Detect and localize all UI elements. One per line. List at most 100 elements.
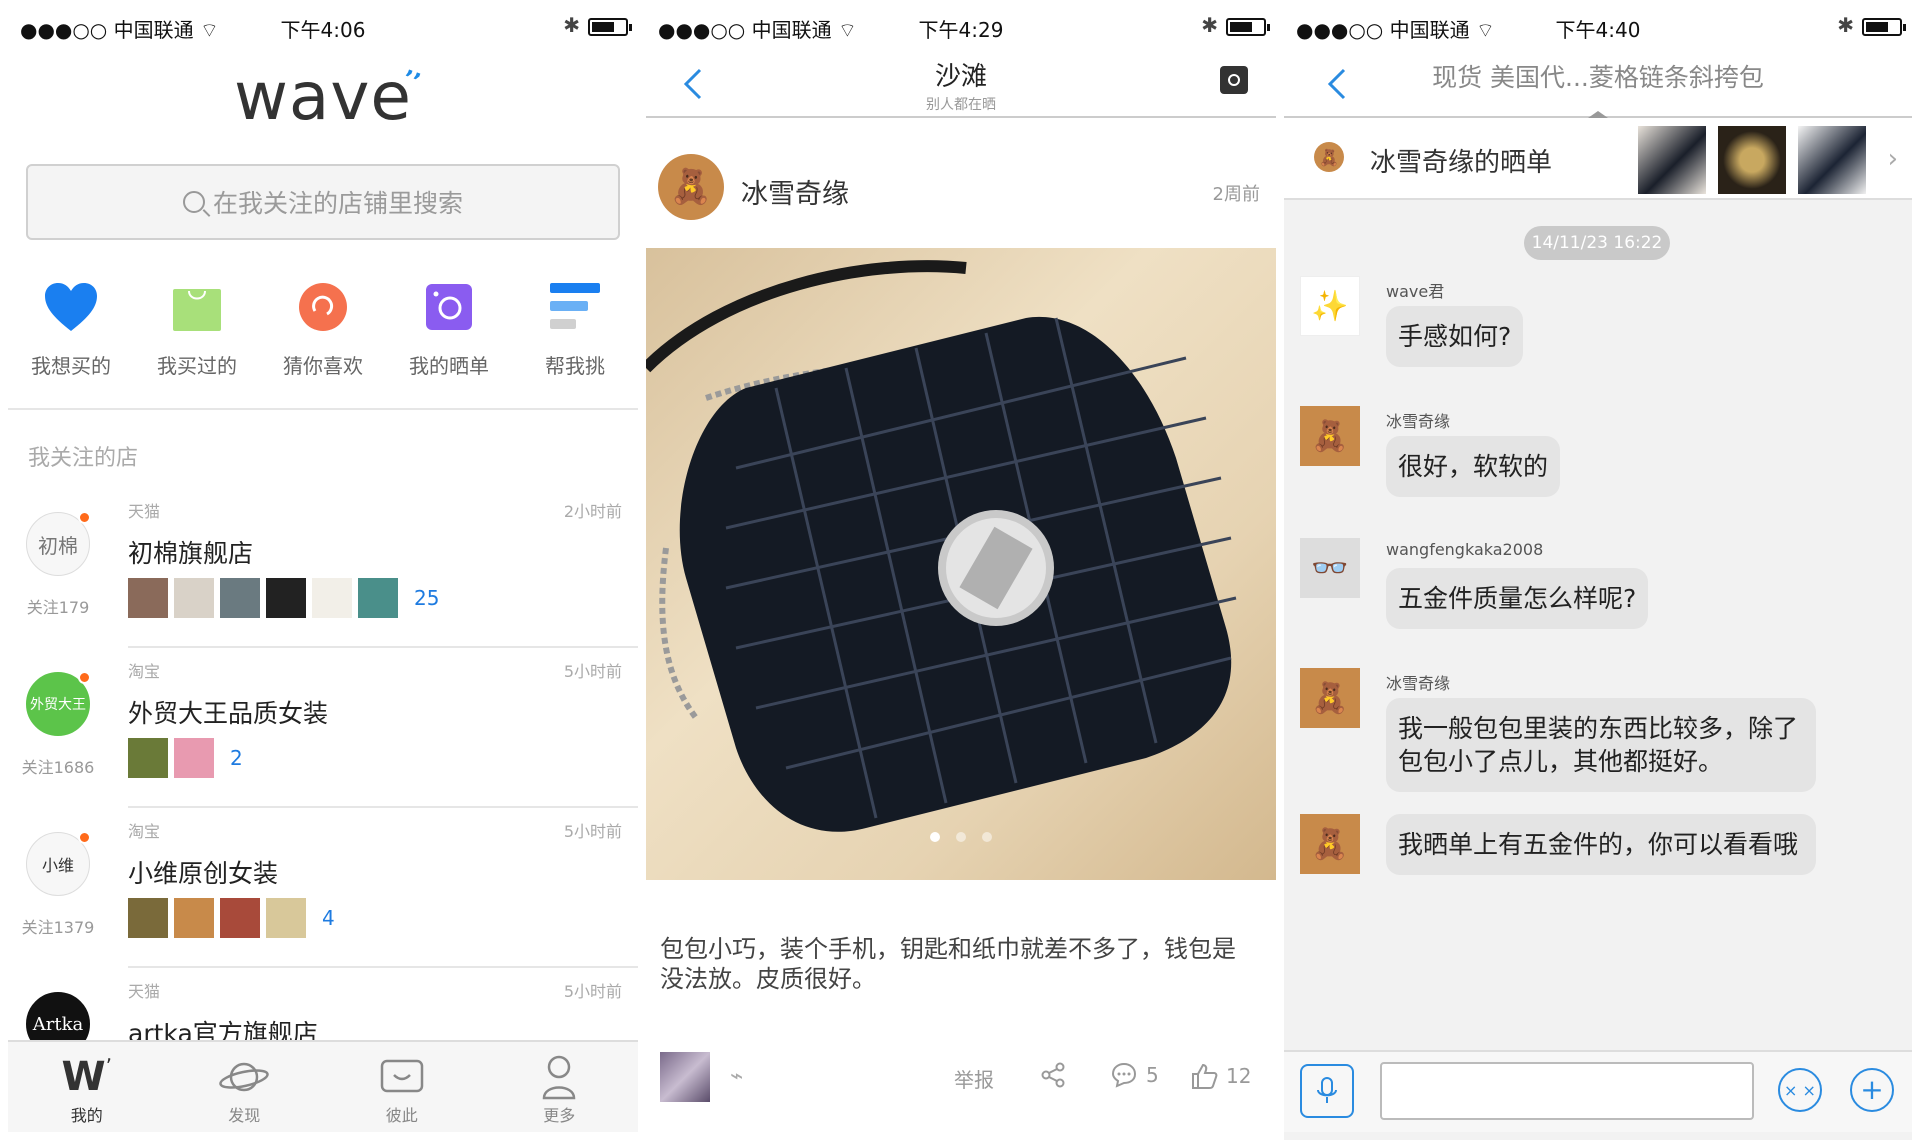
camera-icon[interactable] — [1220, 66, 1248, 94]
like-button[interactable]: 12 — [1190, 1062, 1251, 1090]
message-box-icon — [323, 1052, 481, 1102]
post-author[interactable]: 🧸 冰雪奇缘 2周前 — [646, 128, 1276, 248]
status-bar: ●●●○○ 中国联通 ⌔ 下午4:29 ✱ — [646, 0, 1276, 52]
product-thumbnail[interactable] — [312, 578, 352, 618]
product-thumbnail[interactable] — [266, 578, 306, 618]
product-thumbnail[interactable] — [174, 898, 214, 938]
product-thumbnail[interactable] — [358, 578, 398, 618]
clock: 下午4:29 — [918, 18, 1004, 42]
sender-name: wave君 — [1386, 282, 1445, 301]
new-item-count[interactable]: 4 — [322, 906, 335, 930]
photo-thumbnail[interactable] — [1798, 126, 1866, 194]
user-avatar[interactable]: 🧸 — [1300, 814, 1360, 874]
product-thumbnail[interactable] — [128, 578, 168, 618]
message-bubble: 五金件质量怎么样呢? — [1386, 568, 1649, 629]
shortcut-myshow[interactable]: 我的晒单 — [386, 278, 512, 398]
chevron-right-icon[interactable]: › — [1888, 144, 1898, 174]
shortcut-label: 我买过的 — [157, 354, 237, 378]
emoji-icon[interactable]: × × — [1778, 1068, 1822, 1112]
shop-avatar-text: 外贸大王 — [30, 697, 86, 713]
user-avatar[interactable]: 🧸 — [658, 154, 724, 220]
shop-search-input[interactable]: 在我关注的店铺里搜索 — [26, 164, 620, 240]
list-bars-icon — [546, 278, 604, 336]
shop-avatar-text: 初棉 — [38, 533, 78, 558]
tab-mine[interactable]: Wʼ 我的 — [8, 1042, 166, 1132]
bluetooth-icon: ✱ — [1837, 13, 1854, 37]
user-avatar[interactable]: 🧸 — [1300, 406, 1360, 466]
follow-count: 关注1686 — [21, 758, 95, 777]
shop-thumbnails: 2 — [128, 738, 243, 778]
post-time: 2周前 — [1212, 184, 1260, 205]
shop-row[interactable]: 小维 关注1379 淘宝 5小时前 小维原创女装 4 — [8, 810, 638, 968]
link-icon[interactable]: ⌁ — [730, 1064, 743, 1089]
photo-pager[interactable] — [646, 827, 1276, 846]
divider — [128, 966, 638, 968]
thumbs-up-icon — [1192, 1063, 1218, 1089]
microphone-icon — [1317, 1077, 1337, 1103]
shop-updated-time: 5小时前 — [563, 822, 622, 841]
shortcut-help-pick[interactable]: 帮我挑 — [512, 278, 638, 398]
user-name[interactable]: 冰雪奇缘 — [741, 172, 849, 211]
tab-more[interactable]: 更多 — [481, 1042, 639, 1132]
product-thumbnail[interactable] — [174, 578, 214, 618]
bottom-tab-bar: Wʼ 我的 发现 彼此 更多 — [8, 1040, 638, 1132]
clock: 下午4:06 — [280, 18, 366, 42]
shortcut-label: 我想买的 — [31, 354, 111, 378]
divider — [128, 806, 638, 808]
home-screen: ●●●○○ 中国联通 ⌔ 下午4:06 ✱ wave ʼʼ 在我关注的店铺里搜索… — [8, 0, 638, 1140]
shop-row[interactable]: 外贸大王 关注1686 淘宝 5小时前 外贸大王品质女装 2 — [8, 650, 638, 808]
shop-updated-time: 2小时前 — [563, 502, 622, 521]
caret-up-icon — [1588, 111, 1608, 118]
photo-thumbnail[interactable] — [1638, 126, 1706, 194]
planet-icon — [166, 1052, 324, 1102]
shop-updated-time: 5小时前 — [563, 982, 622, 1001]
report-button[interactable]: 举报 — [954, 1064, 994, 1093]
product-thumbnail[interactable] — [220, 898, 260, 938]
show-order-photos — [1638, 126, 1866, 194]
sender-name: wangfengkaka2008 — [1386, 540, 1544, 559]
shop-avatar: 小维 — [26, 831, 91, 896]
app-logo: wave — [233, 58, 413, 135]
shop-avatar-text: 小维 — [41, 856, 74, 875]
battery-icon — [588, 18, 632, 36]
shop-row[interactable]: 初棉 关注179 天猫 2小时前 初棉旗舰店 25 — [8, 490, 638, 648]
post-caption: 包包小巧，装个手机，钥匙和纸巾就差不多了，钱包是没法放。皮质很好。 — [660, 935, 1236, 993]
handbag-image — [646, 260, 1237, 832]
product-thumbnail[interactable] — [128, 738, 168, 778]
product-thumbnail[interactable] — [266, 898, 306, 938]
show-order-label: 冰雪奇缘的晒单 — [1370, 148, 1553, 178]
tab-each-other[interactable]: 彼此 — [323, 1042, 481, 1132]
followed-shops-heading: 我关注的店 — [28, 446, 139, 471]
new-item-count[interactable]: 25 — [414, 586, 439, 610]
show-order-bar[interactable]: 🧸 冰雪奇缘的晒单 › — [1284, 118, 1912, 200]
new-item-count[interactable]: 2 — [230, 746, 243, 770]
post-photo[interactable] — [646, 248, 1276, 880]
voice-button[interactable] — [1300, 1064, 1354, 1118]
plus-icon[interactable]: + — [1850, 1068, 1894, 1112]
shortcut-guess[interactable]: 猜你喜欢 — [260, 278, 386, 398]
message-input[interactable] — [1380, 1062, 1754, 1120]
search-icon — [182, 191, 205, 213]
product-thumbnail[interactable] — [220, 578, 260, 618]
chat-timestamp: 14/11/23 16:22 — [1524, 226, 1670, 260]
heart-icon — [42, 278, 100, 336]
clock: 下午4:40 — [1555, 18, 1641, 42]
photo-thumbnail[interactable] — [1718, 126, 1786, 194]
like-count: 12 — [1226, 1064, 1252, 1088]
user-avatar[interactable]: ✨ — [1300, 276, 1360, 336]
shortcut-row: 我想买的 我买过的 猜你喜欢 我的晒单 帮我挑 — [8, 278, 638, 398]
share-icon[interactable] — [1040, 1062, 1066, 1092]
shortcut-bought[interactable]: 我买过的 — [134, 278, 260, 398]
tab-discover[interactable]: 发现 — [166, 1042, 324, 1132]
product-thumbnail[interactable] — [660, 1052, 710, 1102]
shortcut-want[interactable]: 我想买的 — [8, 278, 134, 398]
page-title[interactable]: 现货 美国代...菱格链条斜挎包 — [1284, 58, 1912, 94]
unread-dot — [78, 511, 91, 524]
user-avatar[interactable]: 👓 — [1300, 538, 1360, 598]
comment-button[interactable]: 5 — [1110, 1062, 1159, 1088]
battery-icon — [1226, 18, 1270, 36]
shopping-bag-icon — [168, 278, 226, 336]
user-avatar[interactable]: 🧸 — [1300, 668, 1360, 728]
product-thumbnail[interactable] — [128, 898, 168, 938]
product-thumbnail[interactable] — [174, 738, 214, 778]
